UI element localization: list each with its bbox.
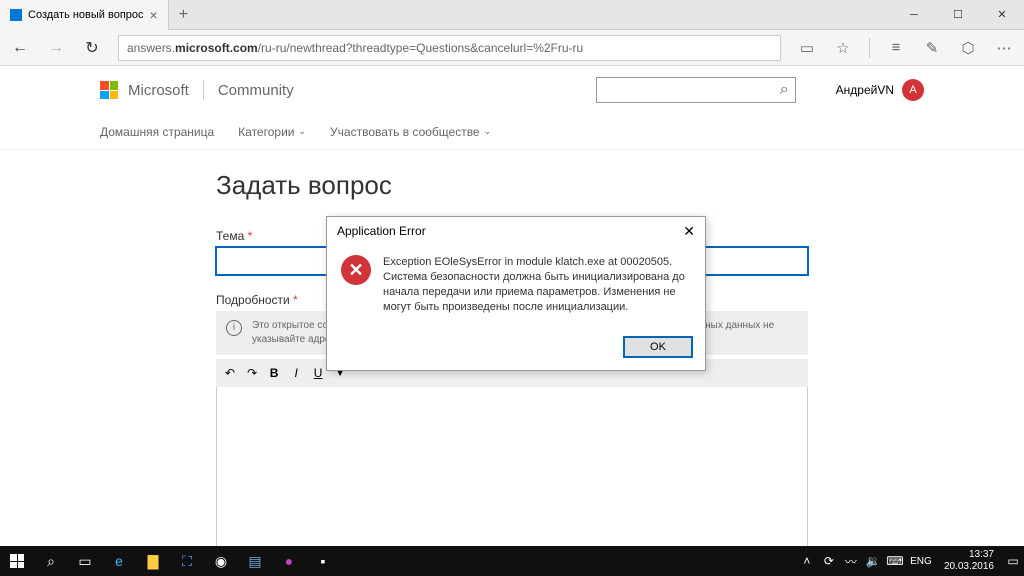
editor-textarea[interactable] <box>216 387 808 546</box>
taskbar-app-chrome[interactable]: ◉ <box>204 546 238 576</box>
note-icon[interactable]: ✎ <box>918 34 946 62</box>
hub-icon[interactable]: ≡ <box>882 34 910 62</box>
error-icon: ✕ <box>341 255 371 285</box>
brand-name[interactable]: Microsoft <box>128 82 189 99</box>
error-dialog: Application Error ✕ ✕ Exception EOleSysE… <box>326 216 706 371</box>
page-title: Задать вопрос <box>216 170 808 201</box>
dialog-title: Application Error <box>337 224 426 238</box>
back-button[interactable]: ← <box>6 34 34 62</box>
window-titlebar: Создать новый вопрос × + ─ ☐ ✕ <box>0 0 1024 30</box>
site-section[interactable]: Community <box>218 82 294 99</box>
task-view-button[interactable]: ▭ <box>68 546 102 576</box>
tray-language[interactable]: ENG <box>906 546 936 576</box>
search-icon: ⌕ <box>780 81 789 99</box>
taskbar-app-edge[interactable]: e <box>102 546 136 576</box>
action-center-icon[interactable]: ▭ <box>1002 546 1024 576</box>
site-nav: Домашняя страница Категории ⌄ Участвоват… <box>0 114 1024 150</box>
redo-icon[interactable]: ↷ <box>244 366 260 380</box>
tab-title: Создать новый вопрос <box>28 9 144 21</box>
favorite-icon[interactable]: ☆ <box>829 34 857 62</box>
taskbar: ⌕ ▭ e ▇ ⛶ ◉ ▤ ● ▪ ˄ ⟳ 〰 🔉 ⌨ ENG 13:37 20… <box>0 546 1024 576</box>
ok-button[interactable]: OK <box>623 336 693 358</box>
underline-icon[interactable]: U <box>310 366 326 380</box>
info-icon: i <box>226 320 242 336</box>
search-button[interactable]: ⌕ <box>34 546 68 576</box>
share-icon[interactable]: ⬡ <box>954 34 982 62</box>
site-header: Microsoft Community ⌕ АндрейVN А <box>0 66 1024 114</box>
italic-icon[interactable]: I <box>288 366 304 380</box>
dialog-titlebar: Application Error ✕ <box>327 217 705 245</box>
forward-button[interactable]: → <box>42 34 70 62</box>
tray-keyboard-icon[interactable]: ⌨ <box>884 546 906 576</box>
tab-close-icon[interactable]: × <box>150 7 158 23</box>
new-tab-button[interactable]: + <box>169 6 198 24</box>
taskbar-clock[interactable]: 13:37 20.03.2016 <box>936 549 1002 573</box>
more-icon[interactable]: ⋯ <box>990 34 1018 62</box>
search-input[interactable]: ⌕ <box>596 77 796 103</box>
user-menu[interactable]: АндрейVN А <box>836 79 924 101</box>
avatar: А <box>902 79 924 101</box>
undo-icon[interactable]: ↶ <box>222 366 238 380</box>
refresh-button[interactable]: ↻ <box>78 34 106 62</box>
tray-chevron-icon[interactable]: ˄ <box>796 546 818 576</box>
chevron-down-icon: ⌄ <box>484 126 492 137</box>
window-minimize-button[interactable]: ─ <box>892 0 936 30</box>
bold-icon[interactable]: B <box>266 366 282 380</box>
microsoft-logo-icon[interactable] <box>100 81 118 99</box>
window-maximize-button[interactable]: ☐ <box>936 0 980 30</box>
tray-sync-icon[interactable]: ⟳ <box>818 546 840 576</box>
url-input[interactable]: answers.microsoft.com/ru-ru/newthread?th… <box>118 35 781 61</box>
address-bar: ← → ↻ answers.microsoft.com/ru-ru/newthr… <box>0 30 1024 66</box>
window-close-button[interactable]: ✕ <box>980 0 1024 30</box>
chevron-down-icon: ⌄ <box>298 126 306 137</box>
taskbar-app-notepad[interactable]: ▤ <box>238 546 272 576</box>
taskbar-app-store[interactable]: ⛶ <box>170 546 204 576</box>
tray-network-icon[interactable]: 〰 <box>840 546 862 576</box>
dialog-close-icon[interactable]: ✕ <box>683 223 695 240</box>
tab-favicon <box>10 9 22 21</box>
tray-volume-icon[interactable]: 🔉 <box>862 546 884 576</box>
nav-categories[interactable]: Категории ⌄ <box>238 125 306 139</box>
taskbar-app-explorer[interactable]: ▇ <box>136 546 170 576</box>
taskbar-app-generic[interactable]: ● <box>272 546 306 576</box>
taskbar-app-cmd[interactable]: ▪ <box>306 546 340 576</box>
username: АндрейVN <box>836 83 894 97</box>
browser-tab[interactable]: Создать новый вопрос × <box>0 0 169 30</box>
dialog-message: Exception EOleSysError in module klatch.… <box>383 255 691 314</box>
start-button[interactable] <box>0 546 34 576</box>
nav-home[interactable]: Домашняя страница <box>100 125 214 139</box>
reading-view-icon[interactable]: ▭ <box>793 34 821 62</box>
nav-participate[interactable]: Участвовать в сообществе ⌄ <box>330 125 491 139</box>
